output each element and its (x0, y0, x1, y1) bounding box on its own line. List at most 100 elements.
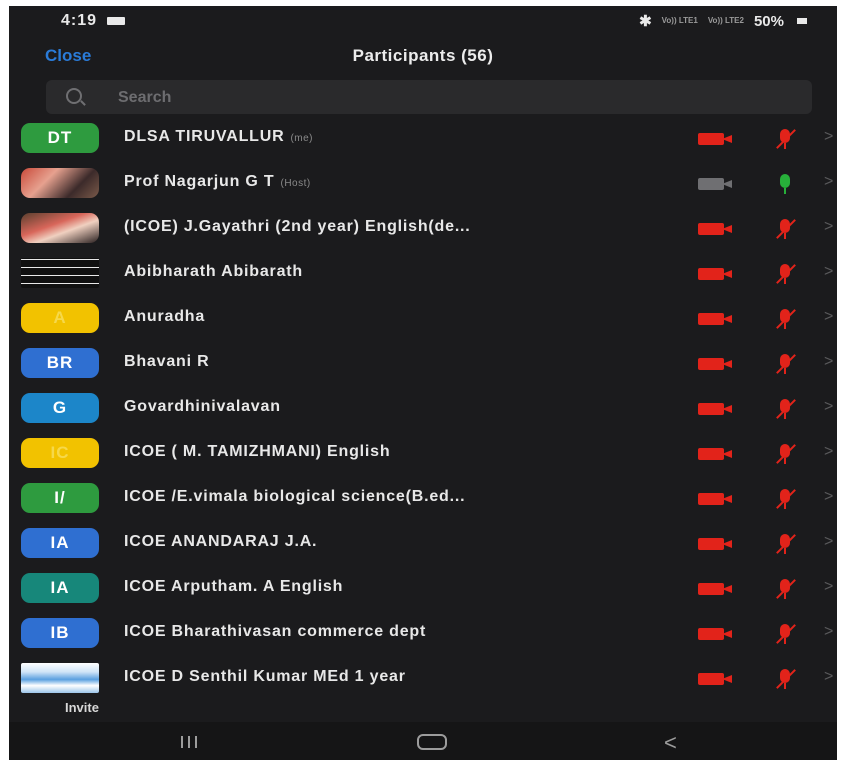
video-off-icon[interactable] (698, 493, 732, 505)
participant-name-text: (ICOE) J.Gayathri (2nd year) English(de.… (124, 218, 471, 235)
participant-name: Bhavani R (124, 353, 209, 371)
avatar: BR (21, 348, 99, 378)
avatar: DT (21, 123, 99, 153)
mic-muted-icon[interactable] (775, 307, 796, 331)
video-off-icon[interactable] (698, 583, 732, 595)
network-lte2: Vo)) LTE2 (707, 16, 744, 25)
mic-muted-icon[interactable] (775, 217, 796, 241)
avatar: A (21, 303, 99, 333)
chevron-right-icon: > (824, 533, 834, 550)
mic-muted-icon[interactable] (775, 127, 796, 151)
chevron-right-icon: > (824, 443, 834, 460)
mic-muted-icon[interactable] (775, 397, 796, 421)
invite-button[interactable]: Invite (65, 700, 99, 715)
participant-name: Govardhinivalavan (124, 398, 281, 416)
participant-name-text: ICOE /E.vimala biological science(B.ed..… (124, 488, 466, 505)
battery-icon (797, 18, 807, 24)
chevron-right-icon: > (824, 173, 834, 190)
search-icon (66, 88, 82, 104)
video-off-icon[interactable] (698, 538, 732, 550)
chevron-right-icon: > (824, 488, 834, 505)
participant-name-text: DLSA TIRUVALLUR (124, 128, 285, 145)
video-off-icon[interactable] (698, 673, 732, 685)
avatar: IB (21, 618, 99, 648)
participant-row[interactable]: BR Bhavani R > (9, 341, 837, 385)
video-off-icon[interactable] (698, 313, 732, 325)
mic-on-icon[interactable] (775, 172, 795, 196)
chevron-right-icon: > (824, 263, 834, 280)
avatar: G (21, 393, 99, 423)
video-off-icon[interactable] (698, 268, 732, 280)
chevron-right-icon: > (824, 623, 834, 640)
mic-muted-icon[interactable] (775, 352, 796, 376)
participant-row[interactable]: (ICOE) J.Gayathri (2nd year) English(de.… (9, 206, 837, 250)
participant-name: ICOE Arputham. A English (124, 578, 343, 596)
chevron-right-icon: > (824, 218, 834, 235)
participant-name: DLSA TIRUVALLUR (me) (124, 128, 313, 146)
participant-name-text: Prof Nagarjun G T (124, 173, 275, 190)
participant-row[interactable]: I/ ICOE /E.vimala biological science(B.e… (9, 476, 837, 520)
zoom-participants-screen: 4:19 ✱ Vo)) LTE1 Vo)) LTE2 50% Close Par… (9, 6, 837, 760)
mic-muted-icon[interactable] (775, 442, 796, 466)
participant-name-text: ICOE ( M. TAMIZHMANI) English (124, 443, 391, 460)
avatar-photo (21, 168, 99, 198)
participant-name-text: Govardhinivalavan (124, 398, 281, 415)
participant-name: Anuradha (124, 308, 205, 326)
video-off-icon[interactable] (698, 628, 732, 640)
avatar: IA (21, 528, 99, 558)
avatar: I/ (21, 483, 99, 513)
participant-name-text: ICOE D Senthil Kumar MEd 1 year (124, 668, 406, 685)
participant-name-text: ICOE ANANDARAJ J.A. (124, 533, 318, 550)
mic-muted-icon[interactable] (775, 622, 796, 646)
participant-name: ICOE /E.vimala biological science(B.ed..… (124, 488, 465, 506)
home-icon[interactable] (417, 734, 447, 750)
video-off-icon[interactable] (698, 358, 732, 370)
video-off-icon[interactable] (698, 448, 732, 460)
participant-row[interactable]: IB ICOE Bharathivasan commerce dept > (9, 611, 837, 655)
video-off-icon[interactable] (698, 223, 732, 235)
android-nav-bar: < (9, 722, 837, 760)
search-input[interactable] (116, 80, 720, 116)
avatar: IC (21, 438, 99, 468)
participant-row[interactable]: Prof Nagarjun G T (Host) > (9, 161, 837, 205)
participant-row[interactable]: IC ICOE ( M. TAMIZHMANI) English > (9, 431, 837, 475)
participant-row[interactable]: Abibharath Abibarath > (9, 251, 837, 295)
participant-row[interactable]: IA ICOE ANANDARAJ J.A. > (9, 521, 837, 565)
screen-recording-icon (107, 17, 125, 25)
chevron-right-icon: > (824, 308, 834, 325)
video-off-icon[interactable] (698, 133, 732, 145)
mic-muted-icon[interactable] (775, 262, 796, 286)
search-bar[interactable] (46, 80, 812, 116)
participant-row[interactable]: DT DLSA TIRUVALLUR (me) > (9, 116, 837, 160)
chevron-right-icon: > (824, 668, 834, 685)
participant-name: (ICOE) J.Gayathri (2nd year) English(de.… (124, 218, 471, 236)
battery-percent: 50% (753, 12, 784, 30)
avatar-photo (21, 258, 99, 288)
participant-name-text: Anuradha (124, 308, 206, 325)
participant-name: Prof Nagarjun G T (Host) (124, 173, 311, 191)
participant-name-text: ICOE Arputham. A English (124, 578, 344, 595)
participant-row[interactable]: A Anuradha > (9, 296, 837, 340)
participant-name-text: Bhavani R (124, 353, 210, 370)
participant-row[interactable]: IA ICOE Arputham. A English > (9, 566, 837, 610)
mic-muted-icon[interactable] (775, 532, 796, 556)
mic-muted-icon[interactable] (775, 667, 796, 691)
participant-name-text: Abibharath Abibarath (124, 263, 303, 280)
participant-name: ICOE D Senthil Kumar MEd 1 year (124, 668, 406, 686)
network-lte1: Vo)) LTE1 (661, 16, 698, 25)
page-title: Participants (56) (352, 46, 494, 65)
back-icon[interactable]: < (664, 730, 677, 756)
participant-name: ICOE ANANDARAJ J.A. (124, 533, 317, 551)
recent-apps-icon[interactable] (181, 736, 197, 748)
chevron-right-icon: > (824, 353, 834, 370)
avatar-photo (21, 663, 99, 693)
video-off-icon[interactable] (698, 178, 732, 190)
bluetooth-icon: ✱ (639, 13, 652, 30)
avatar-photo (21, 213, 99, 243)
participant-name: Abibharath Abibarath (124, 263, 303, 281)
participant-row[interactable]: ICOE D Senthil Kumar MEd 1 year > (9, 656, 837, 700)
video-off-icon[interactable] (698, 403, 732, 415)
participant-row[interactable]: G Govardhinivalavan > (9, 386, 837, 430)
mic-muted-icon[interactable] (775, 577, 796, 601)
mic-muted-icon[interactable] (775, 487, 796, 511)
